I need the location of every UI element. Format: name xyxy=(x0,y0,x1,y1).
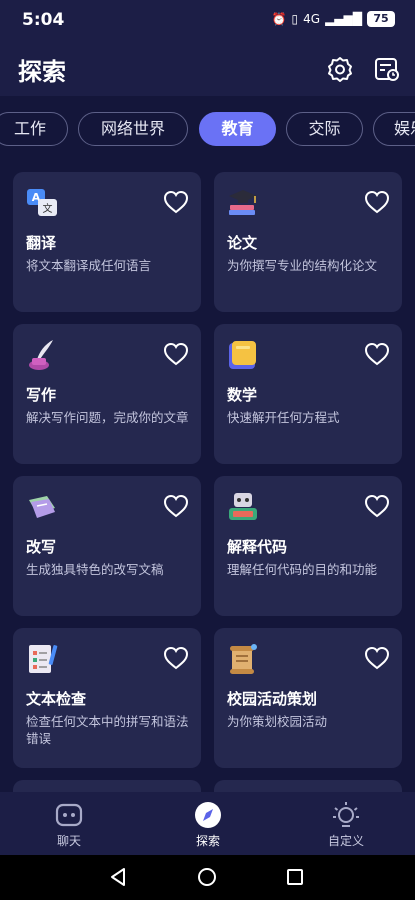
favorite-button[interactable] xyxy=(364,190,390,214)
card-writing[interactable]: 写作 解决写作问题，完成你的文章 xyxy=(13,324,201,464)
favorite-button[interactable] xyxy=(364,646,390,670)
back-button[interactable] xyxy=(107,866,129,888)
svg-text:文: 文 xyxy=(43,202,53,215)
recents-square-icon xyxy=(287,869,303,885)
checklist-icon xyxy=(25,642,59,676)
card-explain-code[interactable]: 解释代码 理解任何代码的目的和功能 xyxy=(214,476,402,616)
status-time: 5:04 xyxy=(22,10,65,30)
compass-icon xyxy=(193,800,223,830)
page-title: 探索 xyxy=(18,58,66,86)
network-label: 4G xyxy=(303,12,321,26)
settings-button[interactable] xyxy=(326,55,354,83)
card-text-check[interactable]: 文本检查 检查任何文本中的拼写和语法错误 xyxy=(13,628,201,768)
heart-icon xyxy=(163,494,189,518)
chat-bot-icon xyxy=(54,800,84,830)
quill-ink-icon xyxy=(25,338,59,372)
card-title: 写作 xyxy=(26,386,57,404)
favorite-button[interactable] xyxy=(364,494,390,518)
card-title: 改写 xyxy=(26,538,57,556)
card-title: 翻译 xyxy=(26,234,57,252)
tab-entertainment[interactable]: 娱乐 xyxy=(373,112,415,146)
tab-internet[interactable]: 网络世界 xyxy=(78,112,188,146)
card-description: 生成独具特色的改写文稿 xyxy=(26,562,164,577)
vibrate-icon: ▯ xyxy=(291,12,299,26)
favorite-button[interactable] xyxy=(163,190,189,214)
favorite-button[interactable] xyxy=(364,342,390,366)
nav-custom[interactable]: 自定义 xyxy=(306,800,386,849)
favorite-button[interactable] xyxy=(163,494,189,518)
tab-social[interactable]: 交际 xyxy=(286,112,363,146)
card-description: 快速解开任何方程式 xyxy=(227,410,340,425)
heart-icon xyxy=(364,190,390,214)
signal-icon: ▂▄▆█ xyxy=(325,12,362,26)
card-rewrite[interactable]: 改写 生成独具特色的改写文稿 xyxy=(13,476,201,616)
nav-explore[interactable]: 探索 xyxy=(168,800,248,849)
app-header: 探索 xyxy=(0,40,415,96)
translate-icon: A 文 xyxy=(25,186,59,220)
card-campus-event[interactable]: 校园活动策划 为你策划校园活动 xyxy=(214,628,402,768)
favorite-button[interactable] xyxy=(163,342,189,366)
heart-icon xyxy=(163,190,189,214)
system-nav-bar xyxy=(0,855,415,900)
gear-icon xyxy=(328,57,352,82)
back-triangle-icon xyxy=(111,868,125,886)
heart-icon xyxy=(364,342,390,366)
status-icons: ⏰ ▯ 4G ▂▄▆█ 75 xyxy=(272,11,395,27)
nav-chat[interactable]: 聊天 xyxy=(29,800,109,849)
alarm-icon: ⏰ xyxy=(271,12,287,26)
favorite-button[interactable] xyxy=(163,646,189,670)
recents-button[interactable] xyxy=(284,866,306,888)
card-description: 解决写作问题，完成你的文章 xyxy=(26,410,189,425)
tab-work[interactable]: 工作 xyxy=(0,112,68,146)
heart-icon xyxy=(364,494,390,518)
home-button[interactable] xyxy=(196,866,218,888)
math-notepad-icon xyxy=(226,338,260,372)
battery-indicator: 75 xyxy=(367,11,395,27)
history-doc-icon xyxy=(375,58,399,81)
nav-label: 探索 xyxy=(195,834,220,848)
card-description: 为你撰写专业的结构化论文 xyxy=(227,258,378,273)
card-description: 为你策划校园活动 xyxy=(227,714,328,729)
lightbulb-icon xyxy=(331,800,361,830)
card-translate[interactable]: A 文 翻译 将文本翻译成任何语言 xyxy=(13,172,201,312)
nav-label: 聊天 xyxy=(56,834,81,848)
code-robot-icon xyxy=(226,490,260,524)
status-bar: 5:04 ⏰ ▯ 4G ▂▄▆█ 75 xyxy=(0,0,415,40)
nav-label: 自定义 xyxy=(327,834,364,848)
rewrite-note-icon xyxy=(25,490,59,524)
history-button[interactable] xyxy=(373,55,401,83)
card-math[interactable]: 数学 快速解开任何方程式 xyxy=(214,324,402,464)
graduation-cap-icon xyxy=(226,186,260,220)
card-essay[interactable]: 论文 为你撰写专业的结构化论文 xyxy=(214,172,402,312)
card-title: 论文 xyxy=(227,234,258,252)
heart-icon xyxy=(163,646,189,670)
card-title: 文本检查 xyxy=(26,690,87,708)
home-circle-icon xyxy=(198,868,216,886)
tab-education[interactable]: 教育 xyxy=(199,112,276,146)
card-description: 检查任何文本中的拼写和语法错误 xyxy=(26,714,189,746)
heart-icon xyxy=(364,646,390,670)
card-title: 数学 xyxy=(227,386,258,404)
bottom-nav: 聊天 探索 自定义 xyxy=(0,792,415,855)
card-description: 理解任何代码的目的和功能 xyxy=(227,562,378,577)
heart-icon xyxy=(163,342,189,366)
card-description: 将文本翻译成任何语言 xyxy=(26,258,152,273)
scroll-icon xyxy=(226,642,260,676)
card-title: 校园活动策划 xyxy=(227,690,318,708)
category-tabs: 工作 网络世界 教育 交际 娱乐 xyxy=(0,110,415,150)
card-title: 解释代码 xyxy=(227,538,288,556)
